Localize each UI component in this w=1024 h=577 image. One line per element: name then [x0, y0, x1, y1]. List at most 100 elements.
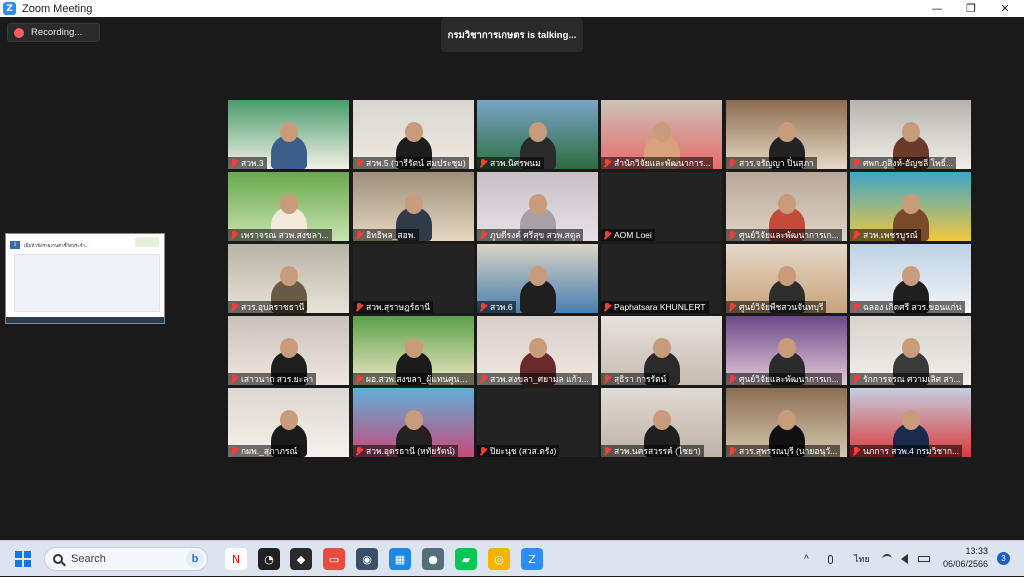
muted-mic-icon [603, 230, 611, 240]
file-explorer-icon[interactable]: ▰ [455, 548, 477, 570]
muted-mic-icon [728, 374, 736, 384]
participant-name-label: ฉลอง เกิดศรี สวร.ขอนแก่น [850, 301, 965, 313]
participant-head [528, 338, 547, 358]
participant-video-tile[interactable]: AOM Loei [601, 172, 722, 241]
netflix-icon[interactable]: N [225, 548, 247, 570]
participant-head [528, 194, 547, 214]
participant-head [901, 410, 920, 430]
search-icon [53, 554, 63, 564]
participant-head [279, 194, 298, 214]
muted-mic-icon [728, 230, 736, 240]
participant-name-label: รักการจรณ ศวามเลิศ สา... [850, 373, 964, 385]
windows-start-icon[interactable] [15, 551, 31, 567]
participant-name-label: ศพก.ภูสิงห์-อัญชลี โพธิ์... [850, 157, 957, 169]
participant-name-label: สำนักวิจัยและพัฒนาการ... [601, 157, 714, 169]
monitor-icon[interactable]: ▭ [323, 548, 345, 570]
recording-cloud-icon [14, 27, 24, 38]
participant-name: สวพ.5 (วารีรัตน์ สมประชุม) [366, 158, 466, 168]
participant-video-tile[interactable]: กผพ._สุภาภรณ์ [228, 388, 349, 457]
muted-mic-icon [230, 158, 238, 168]
participant-video-tile[interactable]: ฉลอง เกิดศรี สวร.ขอนแก่น [850, 244, 971, 313]
volume-icon[interactable] [901, 541, 913, 577]
participant-video-tile[interactable]: สวพ.นครสวรรค์ (ไชยา) [601, 388, 722, 457]
participant-video-tile[interactable]: ภูบดีรงค์ ศรีสุข สวพ.สตูล [477, 172, 598, 241]
participant-name-label: สวพ.3 [228, 157, 267, 169]
bing-icon[interactable]: b [186, 550, 204, 568]
participant-name-label: เพราจรณ สวพ.สงขลา... [228, 229, 332, 241]
shared-screen-thumbnail[interactable]: 1 เพิ่มหัวข้อรายงานตัวชี้วัดประจำ... [5, 233, 165, 324]
participant-video-tile[interactable]: ศูนย์วิจัยพืชสวนจันทบุรี [726, 244, 847, 313]
calculator-icon[interactable]: ▦ [389, 548, 411, 570]
participant-video-tile[interactable]: อิทธิพล_สอพ. [353, 172, 474, 241]
participant-video-tile[interactable]: สวร.จรัญญา ปิ่นสุภา [726, 100, 847, 169]
participant-video-tile[interactable]: สวพ.เพชรบูรณ์ [850, 172, 971, 241]
close-button[interactable]: ✕ [988, 0, 1022, 17]
participant-name: สวร.จรัญญา ปิ่นสุภา [739, 158, 814, 168]
participant-name: เสาวนาถ สวร.ยะลา [241, 374, 314, 384]
slide-heading: เพิ่มหัวข้อรายงานตัวชี้วัดประจำ... [24, 242, 89, 248]
chrome-icon[interactable]: ◎ [488, 548, 510, 570]
muted-mic-icon [603, 158, 611, 168]
muted-mic-icon [479, 446, 487, 456]
participant-name: สวร.สุพรรณบุรี (นายอนุวั... [739, 446, 838, 456]
zoom-logo-icon: Z [3, 2, 16, 15]
participant-name-label: นภการ สวพ.4 กรมวิชาก... [850, 445, 963, 457]
language-indicator[interactable]: ไทย [854, 541, 870, 577]
participant-video-tile[interactable]: Paphatsara KHUNLERT [601, 244, 722, 313]
participant-name-label: สวพ.สงขลา_ศยามล แก้ว... [477, 373, 592, 385]
participant-name-label: ภูบดีรงค์ ศรีสุข สวพ.สตูล [477, 229, 584, 241]
participant-head [279, 266, 298, 286]
participant-video-tile[interactable]: ปิยะนุช (สวส.ตรัง) [477, 388, 598, 457]
participant-video-tile[interactable]: ศูนย์วิจัยและพัฒนาการเก... [726, 172, 847, 241]
participant-name: สวพ.อุดรธานี (หทัยรัตน์) [366, 446, 455, 456]
participant-video-tile[interactable]: สวร.สุพรรณบุรี (นายอนุวั... [726, 388, 847, 457]
participant-video-tile[interactable]: เพราจรณ สวพ.สงขลา... [228, 172, 349, 241]
battery-icon[interactable] [918, 541, 930, 577]
recording-label: Recording... [31, 27, 83, 38]
recording-indicator[interactable]: Recording... [7, 23, 100, 42]
slide-logo-icon [135, 237, 159, 247]
maximize-button[interactable]: ❐ [954, 0, 988, 17]
participant-video-tile[interactable]: สวพ.สุราษฎร์ธานี [353, 244, 474, 313]
participant-name-label: กผพ._สุภาภรณ์ [228, 445, 301, 457]
speedtest-icon[interactable]: ◔ [258, 548, 280, 570]
participant-video-tile[interactable]: นภการ สวพ.4 กรมวิชาก... [850, 388, 971, 457]
participant-video-tile[interactable]: สวร.อุบลราชธานี [228, 244, 349, 313]
taskbar-clock[interactable]: 13:33 06/06/2566 [930, 545, 988, 571]
participant-video-tile[interactable]: ศูนย์วิจัยและพัฒนาการเก... [726, 316, 847, 385]
participant-video-tile[interactable]: สวพ.นิศรพนม [477, 100, 598, 169]
anydesk-icon[interactable]: ◆ [290, 548, 312, 570]
notification-badge[interactable]: 3 [997, 552, 1010, 565]
participant-video-tile[interactable]: ศพก.ภูสิงห์-อัญชลี โพธิ์... [850, 100, 971, 169]
muted-mic-icon [603, 302, 611, 312]
participant-video-tile[interactable]: สุธิรา การรัตน์ [601, 316, 722, 385]
muted-mic-icon [355, 446, 363, 456]
participant-video-tile[interactable]: สวพ.5 (วารีรัตน์ สมประชุม) [353, 100, 474, 169]
muted-mic-icon [479, 158, 487, 168]
zoom-icon[interactable]: Z [521, 548, 543, 570]
line-icon[interactable]: ● [422, 548, 444, 570]
participant-head [901, 194, 920, 214]
tray-chevron-icon[interactable]: ^ [804, 541, 809, 577]
participant-head [777, 338, 796, 358]
edge-icon[interactable]: ◉ [356, 548, 378, 570]
minimize-button[interactable]: — [920, 0, 954, 17]
participant-name: สวร.อุบลราชธานี [241, 302, 305, 312]
taskbar-search-box[interactable]: Search b [44, 547, 208, 571]
participant-video-tile[interactable]: สำนักวิจัยและพัฒนาการ... [601, 100, 722, 169]
participant-video-tile[interactable]: ผอ.สวพ.สงขลา_ผู้แทนศูนย์... [353, 316, 474, 385]
muted-mic-icon [852, 446, 860, 456]
muted-mic-icon [230, 230, 238, 240]
wifi-icon[interactable] [882, 541, 894, 577]
participant-video-tile[interactable]: รักการจรณ ศวามเลิศ สา... [850, 316, 971, 385]
muted-mic-icon [479, 230, 487, 240]
participant-video-tile[interactable]: สวพ.6 [477, 244, 598, 313]
participant-name: สวพ.นิศรพนม [490, 158, 541, 168]
participant-video-tile[interactable]: สวพ.อุดรธานี (หทัยรัตน์) [353, 388, 474, 457]
participant-video-tile[interactable]: สวพ.3 [228, 100, 349, 169]
muted-mic-icon [230, 446, 238, 456]
microphone-icon[interactable] [828, 541, 838, 577]
participant-head [652, 410, 671, 430]
participant-video-tile[interactable]: สวพ.สงขลา_ศยามล แก้ว... [477, 316, 598, 385]
participant-video-tile[interactable]: เสาวนาถ สวร.ยะลา [228, 316, 349, 385]
